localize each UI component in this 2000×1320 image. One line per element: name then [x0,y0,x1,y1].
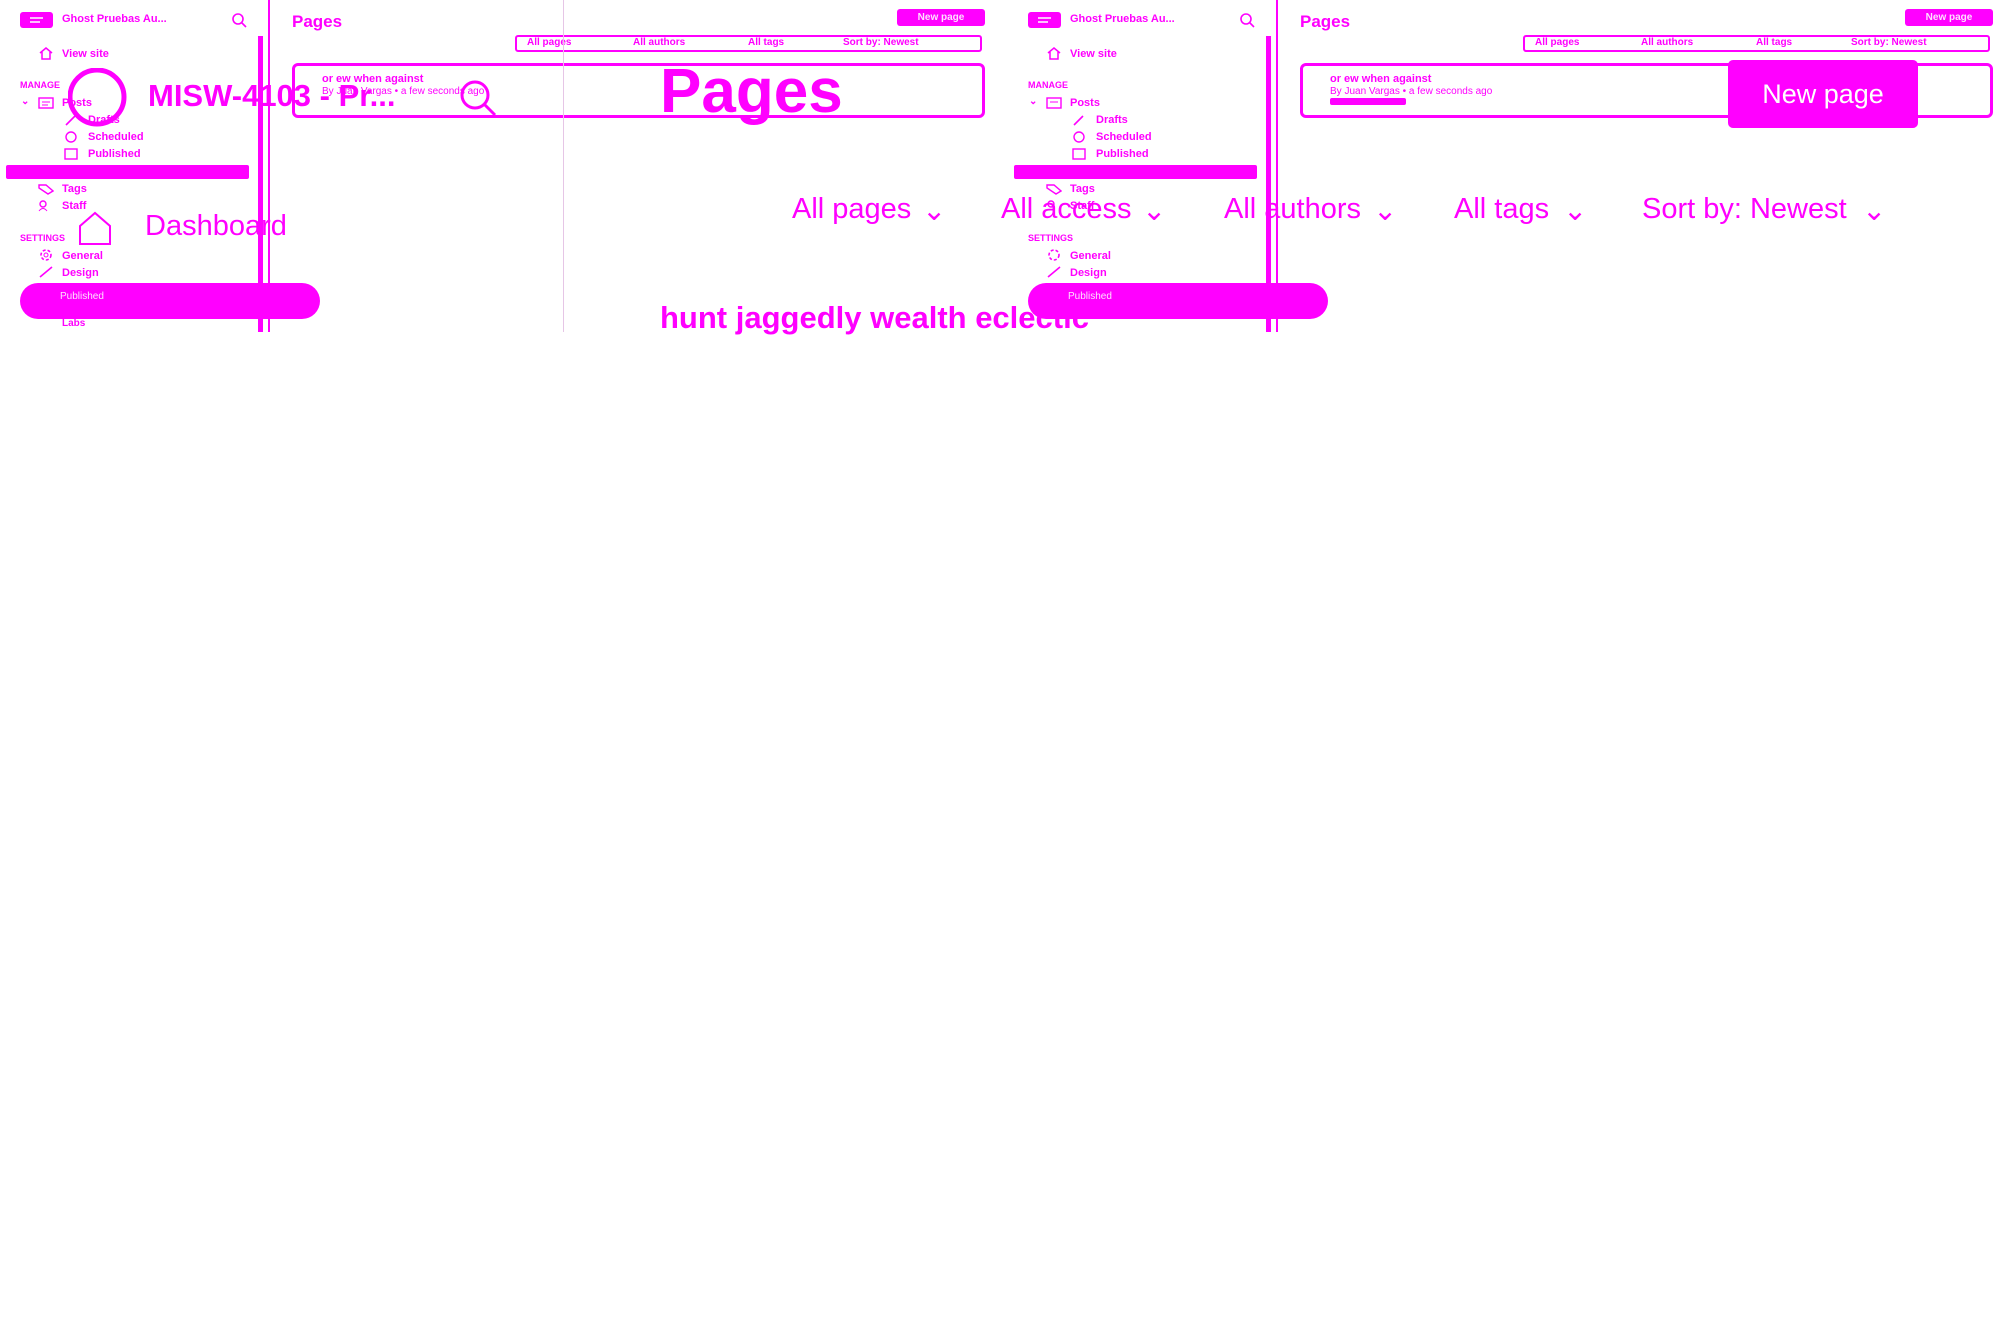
posts-icon [1046,97,1062,109]
menu-icon [30,17,43,23]
sidebar-item-tags[interactable]: Tags [1070,183,1095,195]
home-icon [1047,47,1061,60]
home-icon [39,47,53,60]
brush-icon [39,266,53,278]
page-item-meta: By Juan Vargas • a few seconds ago [1330,86,1493,97]
tag-icon [1046,184,1062,195]
new-page-button-large[interactable]: New page [1728,60,1918,128]
bottom-pill[interactable]: Published [1028,283,1328,319]
overlay-text: hunt jaggedly wealth eclectic [660,300,1089,335]
sidebar-item-tags[interactable]: Tags [62,183,87,195]
settings-heading: SETTINGS [20,233,66,243]
page-title: Pages [292,12,343,31]
sidebar-item-general[interactable]: General [1070,250,1111,262]
sidebar-border [268,0,270,332]
sidebar-item-published[interactable]: Published [1096,148,1149,160]
filter-sort[interactable]: Sort by: Newest [1851,37,1927,48]
page-title-large: Pages [660,57,843,126]
filter-sort[interactable]: Sort by: Newest [843,37,919,48]
chevron-down-icon: ⌄ [1142,195,1167,227]
sidebar-item-labs[interactable]: Labs [62,318,85,329]
sidebar-item-published[interactable]: Published [88,148,141,160]
settings-heading: SETTINGS [1028,233,1074,243]
tag-icon [38,184,54,195]
filter-all-pages[interactable]: All pages [1535,37,1579,48]
gear-icon [40,249,52,261]
sidebar-item-design[interactable]: Design [1070,267,1107,279]
chevron-down-icon: ⌄ [1373,195,1398,227]
sidebar-item-design[interactable]: Design [62,267,99,279]
menu-button[interactable] [1028,12,1061,28]
new-page-button[interactable]: New page [1905,9,1993,26]
sidebar-divider [1266,36,1271,332]
chevron-down-icon[interactable]: ⌄ [21,96,29,107]
filter-all-authors[interactable]: All authors [633,37,685,48]
filter-all-tags[interactable]: All tags [1756,37,1792,48]
staff-icon [38,200,48,212]
page-item-title: or ew when against [1330,73,1432,85]
staff-icon [1047,200,1055,208]
bottom-pill[interactable]: Published [20,283,320,319]
sidebar-item-general[interactable]: General [62,250,103,262]
view-site-link[interactable]: View site [62,48,109,60]
gear-icon [1048,249,1060,261]
search-icon[interactable] [231,12,247,28]
highlight-bar [1014,165,1257,179]
menu-button[interactable] [20,12,53,28]
sidebar-border [1276,0,1278,332]
sidebar-item-scheduled[interactable]: Scheduled [1096,131,1152,143]
brand-name: MISW-4103 - Pr... [148,78,396,113]
filter-all-tags-large[interactable]: All tags [1454,193,1549,226]
bottom-pill-label: Published [60,291,104,302]
chevron-down-icon: ⌄ [922,195,947,227]
filter-all-authors[interactable]: All authors [1641,37,1693,48]
content-divider [563,0,564,332]
posts-icon [38,97,54,109]
manage-heading: MANAGE [1028,80,1068,90]
filter-all-pages-large[interactable]: All pages [792,193,911,226]
sidebar-item-drafts[interactable]: Drafts [1096,114,1128,126]
bottom-pill-label: Published [1068,291,1112,302]
sidebar-item-dashboard[interactable]: Dashboard [145,210,287,243]
filter-all-pages[interactable]: All pages [527,37,571,48]
filter-all-tags[interactable]: All tags [748,37,784,48]
brush-icon [1047,266,1061,278]
pencil-icon [1073,115,1084,126]
manage-heading: MANAGE [20,80,60,90]
new-page-button[interactable]: New page [897,9,985,26]
brand-logo [68,68,127,127]
filter-all-access-large[interactable]: All access [1001,193,1132,226]
sidebar-item-posts[interactable]: Posts [1070,97,1100,109]
site-title: Ghost Pruebas Au... [62,13,167,25]
menu-icon [1038,17,1051,23]
chevron-down-icon: ⌄ [1862,195,1887,227]
highlight-bar [6,165,249,179]
sidebar-item-scheduled[interactable]: Scheduled [88,131,144,143]
search-icon[interactable] [1239,12,1255,28]
filter-all-authors-large[interactable]: All authors [1224,193,1361,226]
view-site-link[interactable]: View site [1070,48,1117,60]
chevron-down-icon[interactable]: ⌄ [1029,96,1037,107]
status-badge [1330,98,1406,105]
filter-sort-large[interactable]: Sort by: Newest [1642,193,1847,226]
site-title: Ghost Pruebas Au... [1070,13,1175,25]
chevron-down-icon: ⌄ [1563,195,1588,227]
clock-icon [1073,131,1085,143]
clock-icon [65,131,77,143]
home-icon[interactable] [77,210,113,246]
search-icon[interactable] [458,78,498,118]
page-title: Pages [1300,12,1351,31]
sidebar-item-staff[interactable]: Staff [1070,200,1094,212]
published-icon [64,148,78,160]
published-icon [1072,148,1086,160]
